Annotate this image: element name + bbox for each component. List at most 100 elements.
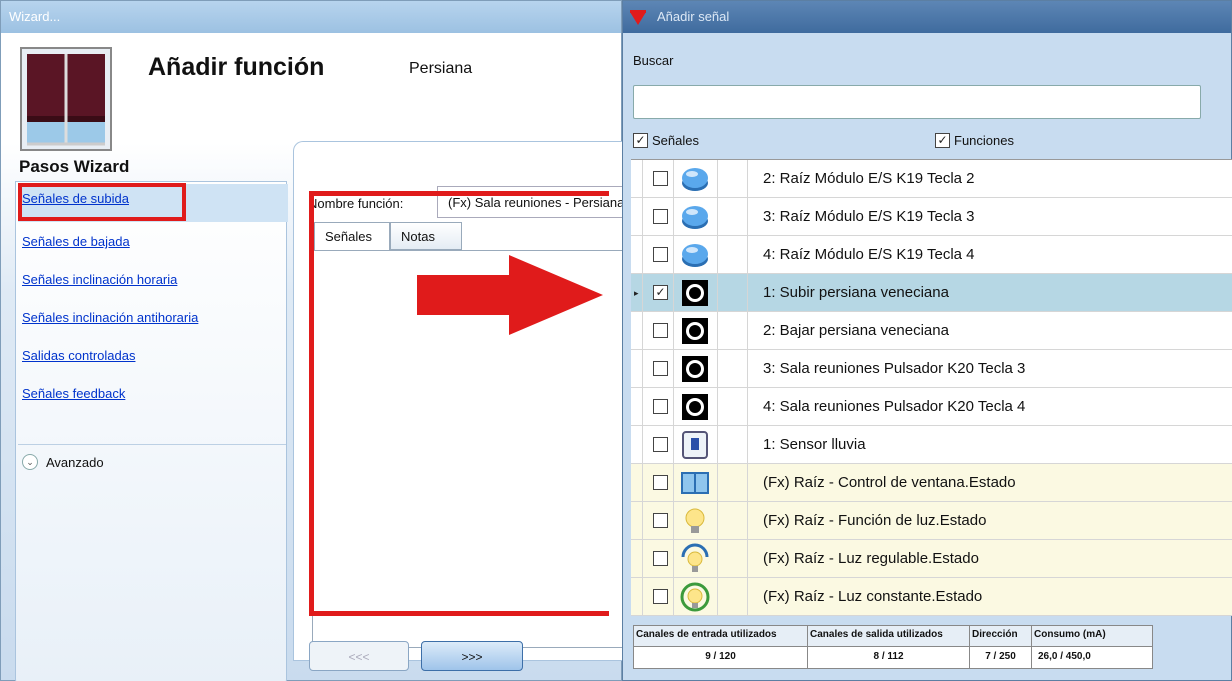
row-selector — [631, 160, 643, 198]
grid-divider — [717, 426, 718, 464]
step-downward-signals[interactable]: Señales de bajada — [22, 234, 130, 249]
row-checkbox[interactable] — [653, 513, 668, 528]
grid-divider — [673, 540, 674, 578]
add-signal-dialog: Añadir señal Buscar ✓ Señales ✓ Funcione… — [622, 0, 1232, 681]
grid-divider — [747, 578, 748, 616]
roller-blind-icon — [20, 47, 112, 151]
list-item[interactable]: ▸ ✓ 1: Subir persiana veneciana — [631, 274, 1232, 312]
grid-divider — [747, 388, 748, 426]
grid-divider — [747, 502, 748, 540]
stat-header-consumption: Consumo (mA) — [1032, 626, 1152, 646]
list-item[interactable]: (Fx) Raíz - Control de ventana.Estado — [631, 464, 1232, 502]
row-label: (Fx) Raíz - Luz constante.Estado — [763, 588, 983, 605]
wizard-title-bar: Wizard... — [1, 1, 621, 33]
grid-divider — [673, 274, 674, 312]
blue-button-icon — [679, 163, 711, 195]
advanced-toggle[interactable]: ⌄ Avanzado — [22, 454, 104, 470]
grid-divider — [747, 540, 748, 578]
pushbutton-icon — [679, 277, 711, 309]
row-selector — [631, 312, 643, 350]
next-button[interactable]: >>> — [421, 641, 523, 671]
grid-divider — [717, 312, 718, 350]
grid-divider — [747, 274, 748, 312]
row-checkbox[interactable] — [653, 551, 668, 566]
back-button[interactable]: <<< — [309, 641, 409, 671]
red-arrow-icon — [417, 255, 603, 335]
row-label: 4: Raíz Módulo E/S K19 Tecla 4 — [763, 246, 975, 263]
row-checkbox[interactable] — [653, 399, 668, 414]
pushbutton-icon — [679, 315, 711, 347]
dialog-title: Añadir señal — [657, 9, 730, 24]
row-label: (Fx) Raíz - Función de luz.Estado — [763, 512, 987, 529]
step-controlled-outputs[interactable]: Salidas controladas — [22, 348, 135, 363]
row-pointer-icon: ▸ — [631, 274, 643, 312]
list-item[interactable]: 2: Bajar persiana veneciana — [631, 312, 1232, 350]
grid-divider — [717, 464, 718, 502]
highlight-box-step — [18, 183, 186, 221]
step-feedback-signals[interactable]: Señales feedback — [22, 386, 125, 401]
step-tilt-counterclockwise-signals[interactable]: Señales inclinación antihoraria — [22, 310, 198, 325]
filter-functions[interactable]: ✓ Funciones — [935, 133, 1014, 148]
grid-divider — [717, 540, 718, 578]
filter-signals-label: Señales — [652, 133, 699, 148]
grid-divider — [717, 198, 718, 236]
usage-stats-table: Canales de entrada utilizados Canales de… — [633, 625, 1153, 669]
stat-output-channels: 8 / 112 — [808, 646, 970, 668]
grid-divider — [717, 388, 718, 426]
grid-divider — [747, 350, 748, 388]
wizard-window: Wizard... Añadir función Persiana Pasos … — [0, 0, 627, 681]
filter-signals[interactable]: ✓ Señales — [633, 133, 699, 148]
list-item[interactable]: (Fx) Raíz - Función de luz.Estado — [631, 502, 1232, 540]
row-checkbox[interactable] — [653, 437, 668, 452]
grid-divider — [717, 160, 718, 198]
grid-divider — [673, 578, 674, 616]
grid-divider — [673, 426, 674, 464]
row-checkbox[interactable] — [653, 323, 668, 338]
list-item[interactable]: 4: Sala reuniones Pulsador K20 Tecla 4 — [631, 388, 1232, 426]
grid-divider — [673, 198, 674, 236]
row-checkbox[interactable] — [653, 209, 668, 224]
rain-sensor-icon — [679, 429, 711, 461]
grid-divider — [673, 236, 674, 274]
grid-divider — [717, 350, 718, 388]
row-checkbox[interactable]: ✓ — [653, 285, 668, 300]
filter-functions-label: Funciones — [954, 133, 1014, 148]
row-selector — [631, 236, 643, 274]
row-checkbox[interactable] — [653, 475, 668, 490]
row-checkbox[interactable] — [653, 247, 668, 262]
blue-button-icon — [679, 239, 711, 271]
list-item[interactable]: 2: Raíz Módulo E/S K19 Tecla 2 — [631, 160, 1232, 198]
row-selector — [631, 426, 643, 464]
row-label: 3: Raíz Módulo E/S K19 Tecla 3 — [763, 208, 975, 225]
row-label: 2: Raíz Módulo E/S K19 Tecla 2 — [763, 170, 975, 187]
grid-divider — [747, 198, 748, 236]
dimmable-bulb-icon — [679, 543, 711, 575]
page-subtitle: Persiana — [409, 60, 473, 77]
grid-divider — [673, 502, 674, 540]
grid-divider — [717, 236, 718, 274]
stat-header-address: Dirección — [970, 626, 1032, 646]
list-item[interactable]: 4: Raíz Módulo E/S K19 Tecla 4 — [631, 236, 1232, 274]
list-item[interactable]: 1: Sensor lluvia — [631, 426, 1232, 464]
checkbox-signals[interactable]: ✓ — [633, 133, 648, 148]
grid-divider — [717, 274, 718, 312]
bulb-icon — [679, 505, 711, 537]
stat-address: 7 / 250 — [970, 646, 1032, 668]
step-tilt-clockwise-signals[interactable]: Señales inclinación horaria — [22, 272, 177, 287]
search-input[interactable] — [633, 85, 1201, 119]
blue-button-icon — [679, 201, 711, 233]
list-item[interactable]: 3: Raíz Módulo E/S K19 Tecla 3 — [631, 198, 1232, 236]
row-label: 4: Sala reuniones Pulsador K20 Tecla 4 — [763, 398, 1026, 415]
list-item[interactable]: (Fx) Raíz - Luz constante.Estado — [631, 578, 1232, 616]
grid-divider — [747, 236, 748, 274]
list-item[interactable]: (Fx) Raíz - Luz regulable.Estado — [631, 540, 1232, 578]
row-label: 3: Sala reuniones Pulsador K20 Tecla 3 — [763, 360, 1026, 377]
grid-divider — [673, 464, 674, 502]
grid-divider — [717, 502, 718, 540]
row-selector — [631, 350, 643, 388]
row-checkbox[interactable] — [653, 589, 668, 604]
list-item[interactable]: 3: Sala reuniones Pulsador K20 Tecla 3 — [631, 350, 1232, 388]
checkbox-functions[interactable]: ✓ — [935, 133, 950, 148]
row-checkbox[interactable] — [653, 361, 668, 376]
row-checkbox[interactable] — [653, 171, 668, 186]
